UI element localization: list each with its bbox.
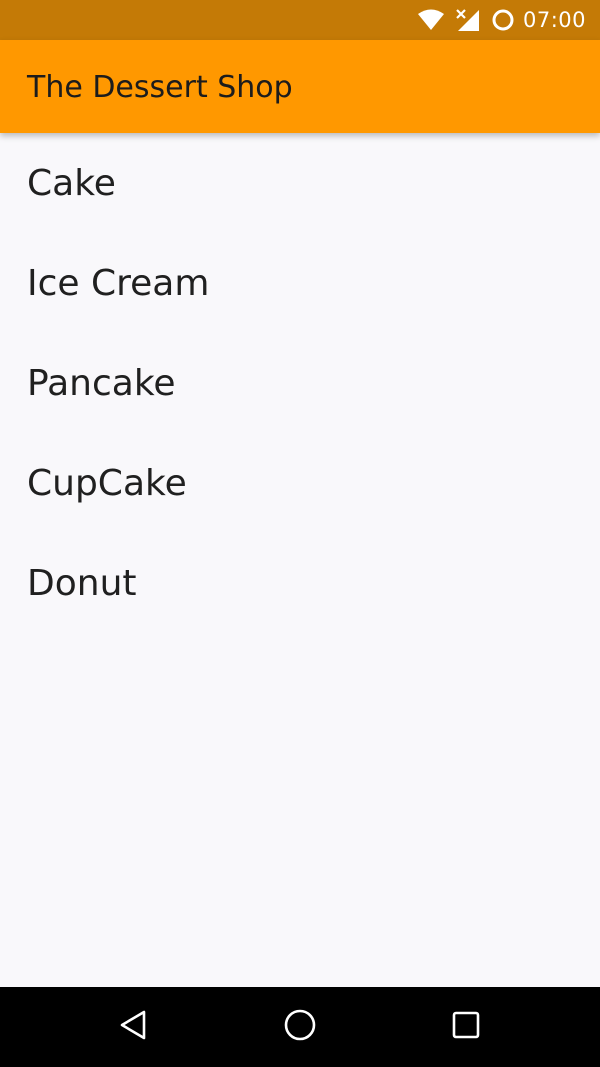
recents-button[interactable] xyxy=(446,1007,486,1047)
wifi-icon xyxy=(417,9,445,31)
list-item-donut[interactable]: Donut xyxy=(0,533,600,633)
list-item-cupcake[interactable]: CupCake xyxy=(0,433,600,533)
back-icon xyxy=(118,1009,148,1045)
status-bar: 07:00 xyxy=(0,0,600,40)
signal-icon xyxy=(455,8,481,32)
battery-icon xyxy=(491,8,515,32)
list-item-cake[interactable]: Cake xyxy=(0,133,600,233)
navigation-bar xyxy=(0,987,600,1067)
list-item-pancake[interactable]: Pancake xyxy=(0,333,600,433)
home-icon xyxy=(283,1008,317,1046)
dessert-list: Cake Ice Cream Pancake CupCake Donut xyxy=(0,133,600,633)
app-bar: The Dessert Shop xyxy=(0,40,600,133)
back-button[interactable] xyxy=(113,1007,153,1047)
home-button[interactable] xyxy=(280,1007,320,1047)
recents-icon xyxy=(451,1010,481,1044)
list-item-ice-cream[interactable]: Ice Cream xyxy=(0,233,600,333)
app-title: The Dessert Shop xyxy=(27,70,293,105)
clock: 07:00 xyxy=(522,8,586,32)
